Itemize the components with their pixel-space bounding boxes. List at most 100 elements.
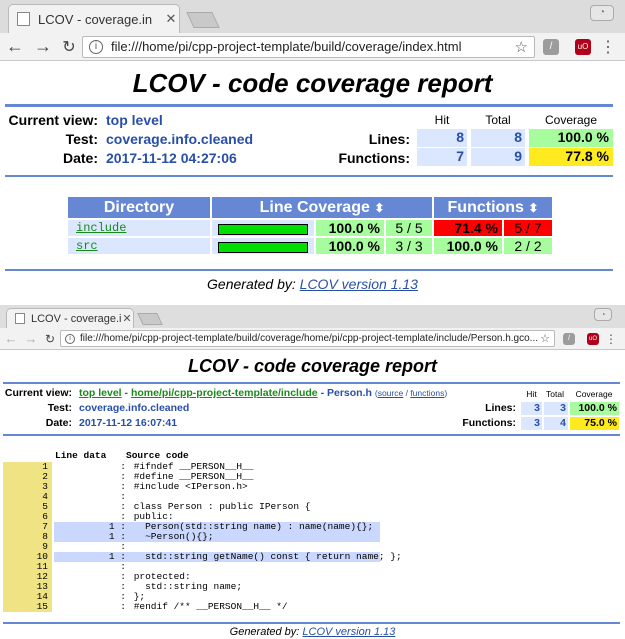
- page-icon: [15, 313, 25, 324]
- source-line: 13: std::string name;: [3, 582, 623, 592]
- close-tab-icon[interactable]: ✕: [121, 312, 133, 325]
- new-tab-button[interactable]: [186, 12, 220, 28]
- test-value: coverage.info.cleaned: [106, 131, 254, 147]
- reload-button[interactable]: ↻: [56, 37, 82, 57]
- extension-icon[interactable]: /: [563, 332, 575, 345]
- lcov-version-link[interactable]: LCOV version 1.13: [302, 626, 395, 638]
- lines-coverage: 100.0 %: [529, 129, 613, 147]
- url-text: file:///home/pi/cpp-project-template/bui…: [111, 39, 462, 54]
- functions-hit: 7: [417, 148, 467, 166]
- functions-header[interactable]: Functions ⬍: [434, 197, 552, 218]
- sort-icon: ⬍: [374, 201, 385, 215]
- breadcrumb-separator: -: [317, 387, 327, 399]
- coverage-bar-cell: [212, 220, 314, 236]
- ublock-icon[interactable]: uO: [575, 38, 591, 55]
- lines-hit: 3: [521, 402, 542, 415]
- sort-icon: ⬍: [528, 201, 539, 215]
- line-coverage-frac: 5 / 5: [386, 220, 432, 236]
- menu-icon[interactable]: ⋮: [603, 332, 619, 346]
- browser-tab[interactable]: LCOV - coverage.in ✕: [6, 308, 134, 328]
- source-line: 15: #endif /** __PERSON__H__ */: [3, 602, 623, 612]
- generated-by: Generated by: LCOV version 1.13: [0, 276, 625, 292]
- source-line: 1: #ifndef __PERSON__H__: [3, 462, 623, 472]
- directory-header[interactable]: Directory: [68, 197, 210, 218]
- view-switch: (source / functions): [374, 388, 448, 398]
- browser-tab[interactable]: LCOV - coverage.in ✕: [8, 4, 180, 33]
- breadcrumb-include-dir[interactable]: home/pi/cpp-project-template/include: [131, 387, 318, 399]
- address-bar[interactable]: i file:///home/pi/cpp-project-template/b…: [60, 330, 555, 347]
- bookmark-star-icon[interactable]: ☆: [515, 38, 528, 56]
- coverage-bar: [218, 242, 308, 253]
- source-line: 11:: [3, 562, 623, 572]
- back-button[interactable]: ←: [0, 36, 30, 57]
- forward-button[interactable]: →: [30, 36, 56, 57]
- mid-ruler: [3, 434, 620, 436]
- extension-icon[interactable]: /: [543, 38, 559, 55]
- menu-icon[interactable]: ⋮: [597, 37, 619, 57]
- source-line: 4:: [3, 492, 623, 502]
- source-line: 14: };: [3, 592, 623, 602]
- functions-total: 9: [471, 148, 525, 166]
- bookmark-star-icon[interactable]: ☆: [540, 332, 550, 345]
- mid-ruler: [5, 175, 613, 177]
- date-label: Date:: [62, 150, 98, 166]
- test-value: coverage.info.cleaned: [79, 402, 190, 414]
- directory-link[interactable]: include: [68, 220, 210, 236]
- current-view-link[interactable]: top level: [106, 112, 163, 128]
- ublock-icon[interactable]: uO: [587, 332, 599, 345]
- functions-frac: 2 / 2: [504, 238, 552, 254]
- line-code: std::string name;: [128, 581, 243, 592]
- functions-link[interactable]: functions: [410, 388, 444, 398]
- line-number[interactable]: 15: [3, 602, 52, 612]
- directory-link[interactable]: src: [68, 238, 210, 254]
- new-tab-button[interactable]: [137, 313, 163, 325]
- breadcrumb-file: Person.h: [327, 387, 372, 399]
- lcov-version-link[interactable]: LCOV version 1.13: [300, 276, 418, 292]
- tab-strip: LCOV - coverage.in ✕ ◔: [0, 305, 625, 328]
- source-line: 81 : ~Person(){};: [3, 532, 623, 542]
- profile-icon[interactable]: ◔: [594, 308, 612, 321]
- page-title: LCOV - code coverage report: [187, 356, 438, 376]
- url-text: file:///home/pi/cpp-project-template/bui…: [80, 333, 539, 344]
- line-hit-count: :: [120, 471, 126, 482]
- lines-label: Lines:: [485, 402, 516, 414]
- line-code: #include <IPerson.h>: [128, 481, 248, 492]
- top-ruler: [5, 104, 613, 107]
- line-hit-count: :: [120, 491, 126, 502]
- lines-label: Lines:: [368, 131, 410, 147]
- forward-button[interactable]: →: [22, 331, 40, 346]
- profile-icon[interactable]: ◔: [590, 5, 614, 21]
- reload-button[interactable]: ↻: [40, 332, 60, 346]
- line-hit-count: :: [120, 501, 126, 512]
- page-title: LCOV - code coverage report: [132, 68, 493, 98]
- directory-header-label: Directory: [103, 199, 175, 216]
- line-coverage-header-label: Line Coverage: [259, 199, 370, 216]
- lines-total: 8: [471, 129, 525, 147]
- line-coverage-header[interactable]: Line Coverage ⬍: [212, 197, 432, 218]
- functions-coverage: 75.0 %: [570, 417, 619, 430]
- table-row: include 100.0 % 5 / 5 71.4 % 5 / 7: [68, 220, 552, 236]
- top-ruler: [3, 382, 620, 384]
- page-icon: [17, 12, 30, 26]
- source-link[interactable]: source: [378, 388, 404, 398]
- info-icon[interactable]: i: [65, 333, 75, 344]
- date-label: Date:: [45, 417, 72, 429]
- breadcrumb-top-level[interactable]: top level: [79, 387, 122, 399]
- info-icon[interactable]: i: [89, 39, 103, 54]
- breadcrumb-separator: -: [121, 387, 131, 399]
- address-bar[interactable]: i file:///home/pi/cpp-project-template/b…: [82, 35, 535, 58]
- lines-coverage: 100.0 %: [570, 402, 619, 415]
- line-hit-count: :: [120, 601, 126, 612]
- line-coverage-frac: 3 / 3: [386, 238, 432, 254]
- functions-pct: 71.4 %: [434, 220, 502, 236]
- tab-strip: LCOV - coverage.in ✕ ◔: [0, 0, 625, 33]
- back-button[interactable]: ←: [0, 331, 22, 346]
- bottom-ruler: [3, 622, 620, 624]
- line-code: std::string getName() const { return nam…: [128, 551, 402, 562]
- line-hit-count: :: [120, 461, 126, 472]
- source-line: 3: #include <IPerson.h>: [3, 482, 623, 492]
- coverage-header: Coverage: [544, 113, 598, 127]
- close-tab-icon[interactable]: ✕: [163, 11, 179, 27]
- browser-toolbar: ← → ↻ i file:///home/pi/cpp-project-temp…: [0, 328, 625, 350]
- source-line: 2: #define __PERSON__H__: [3, 472, 623, 482]
